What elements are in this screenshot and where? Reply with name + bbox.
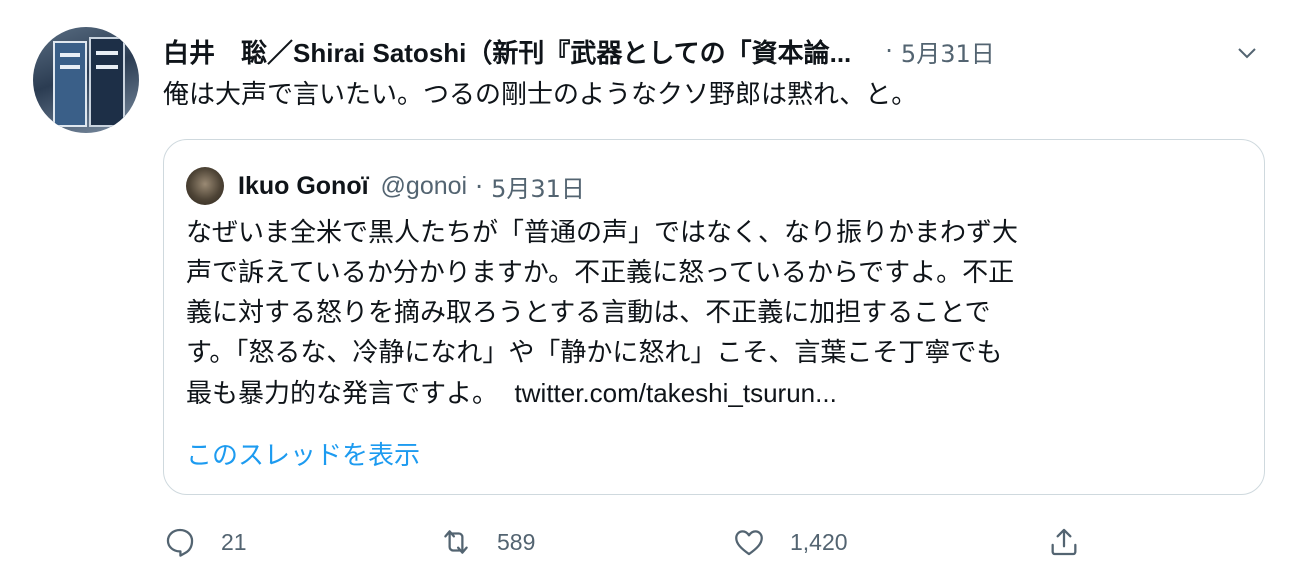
quoted-text-line: 最も暴力的な発言ですよ。 twitter.com/takeshi_tsurun.… <box>186 373 1246 414</box>
retweet-count: 589 <box>497 528 536 555</box>
author-name[interactable]: 白井 聡／Shirai Satoshi（新刊『武器としての「資本論... <box>163 33 851 70</box>
quoted-text-tail: 最も暴力的な発言ですよ。 <box>186 379 499 409</box>
share-button[interactable] <box>1047 520 1081 564</box>
header-separator: · <box>885 37 893 65</box>
like-button[interactable]: 1,420 <box>732 520 848 564</box>
quoted-link[interactable]: twitter.com/takeshi_tsurun... <box>515 378 837 408</box>
tweet-text: 俺は大声で言いたい。つるの剛士のようなクソ野郎は黙れ、と。 <box>163 80 918 110</box>
tweet-date[interactable]: 5月31日 <box>901 34 995 69</box>
quoted-text: なぜいま全米で黒人たちが「普通の声」ではなく、なり振りかまわず大 声で訴えている… <box>186 213 1246 414</box>
quoted-author-handle: @gonoi <box>380 171 468 200</box>
quoted-author-name: Ikuo Gonoï <box>238 171 369 200</box>
quoted-header: Ikuo Gonoï @gonoi · 5月31日 <box>186 167 585 205</box>
quoted-date: 5月31日 <box>491 174 585 203</box>
quoted-text-line: 声で訴えているか分かりますか。不正義に怒っているからですよ。不正 <box>186 258 1015 288</box>
show-thread-link[interactable]: このスレッドを表示 <box>186 435 420 472</box>
tweet-header: 白井 聡／Shirai Satoshi（新刊『武器としての「資本論... · 5… <box>163 33 1277 69</box>
quoted-text-line: なぜいま全米で黒人たちが「普通の声」ではなく、なり振りかまわず大 <box>186 218 1019 248</box>
tweet-actions: 21 589 1,420 <box>163 520 1273 564</box>
quoted-text-line: 義に対する怒りを摘み取ろうとする言動は、不正義に加担することで <box>186 298 991 328</box>
reply-button[interactable]: 21 <box>163 520 247 564</box>
reply-icon <box>166 528 194 557</box>
quoted-tweet[interactable]: Ikuo Gonoï @gonoi · 5月31日 なぜいま全米で黒人たちが「普… <box>163 139 1265 495</box>
like-count: 1,420 <box>790 528 848 555</box>
quoted-separator: · <box>475 171 484 201</box>
reply-count: 21 <box>221 528 247 555</box>
author-avatar[interactable] <box>33 27 139 133</box>
heart-icon <box>735 530 763 556</box>
quoted-text-line: す。「怒るな、冷静になれ」や「静かに怒れ」こそ、言葉こそ丁寧でも <box>186 338 1003 368</box>
avatar-book-cover <box>53 41 87 127</box>
share-icon <box>1051 528 1077 556</box>
chevron-down-icon[interactable] <box>1235 41 1259 65</box>
retweet-icon <box>444 530 468 554</box>
retweet-button[interactable]: 589 <box>439 520 535 564</box>
avatar-book-cover <box>89 37 125 127</box>
quoted-avatar <box>186 167 224 205</box>
